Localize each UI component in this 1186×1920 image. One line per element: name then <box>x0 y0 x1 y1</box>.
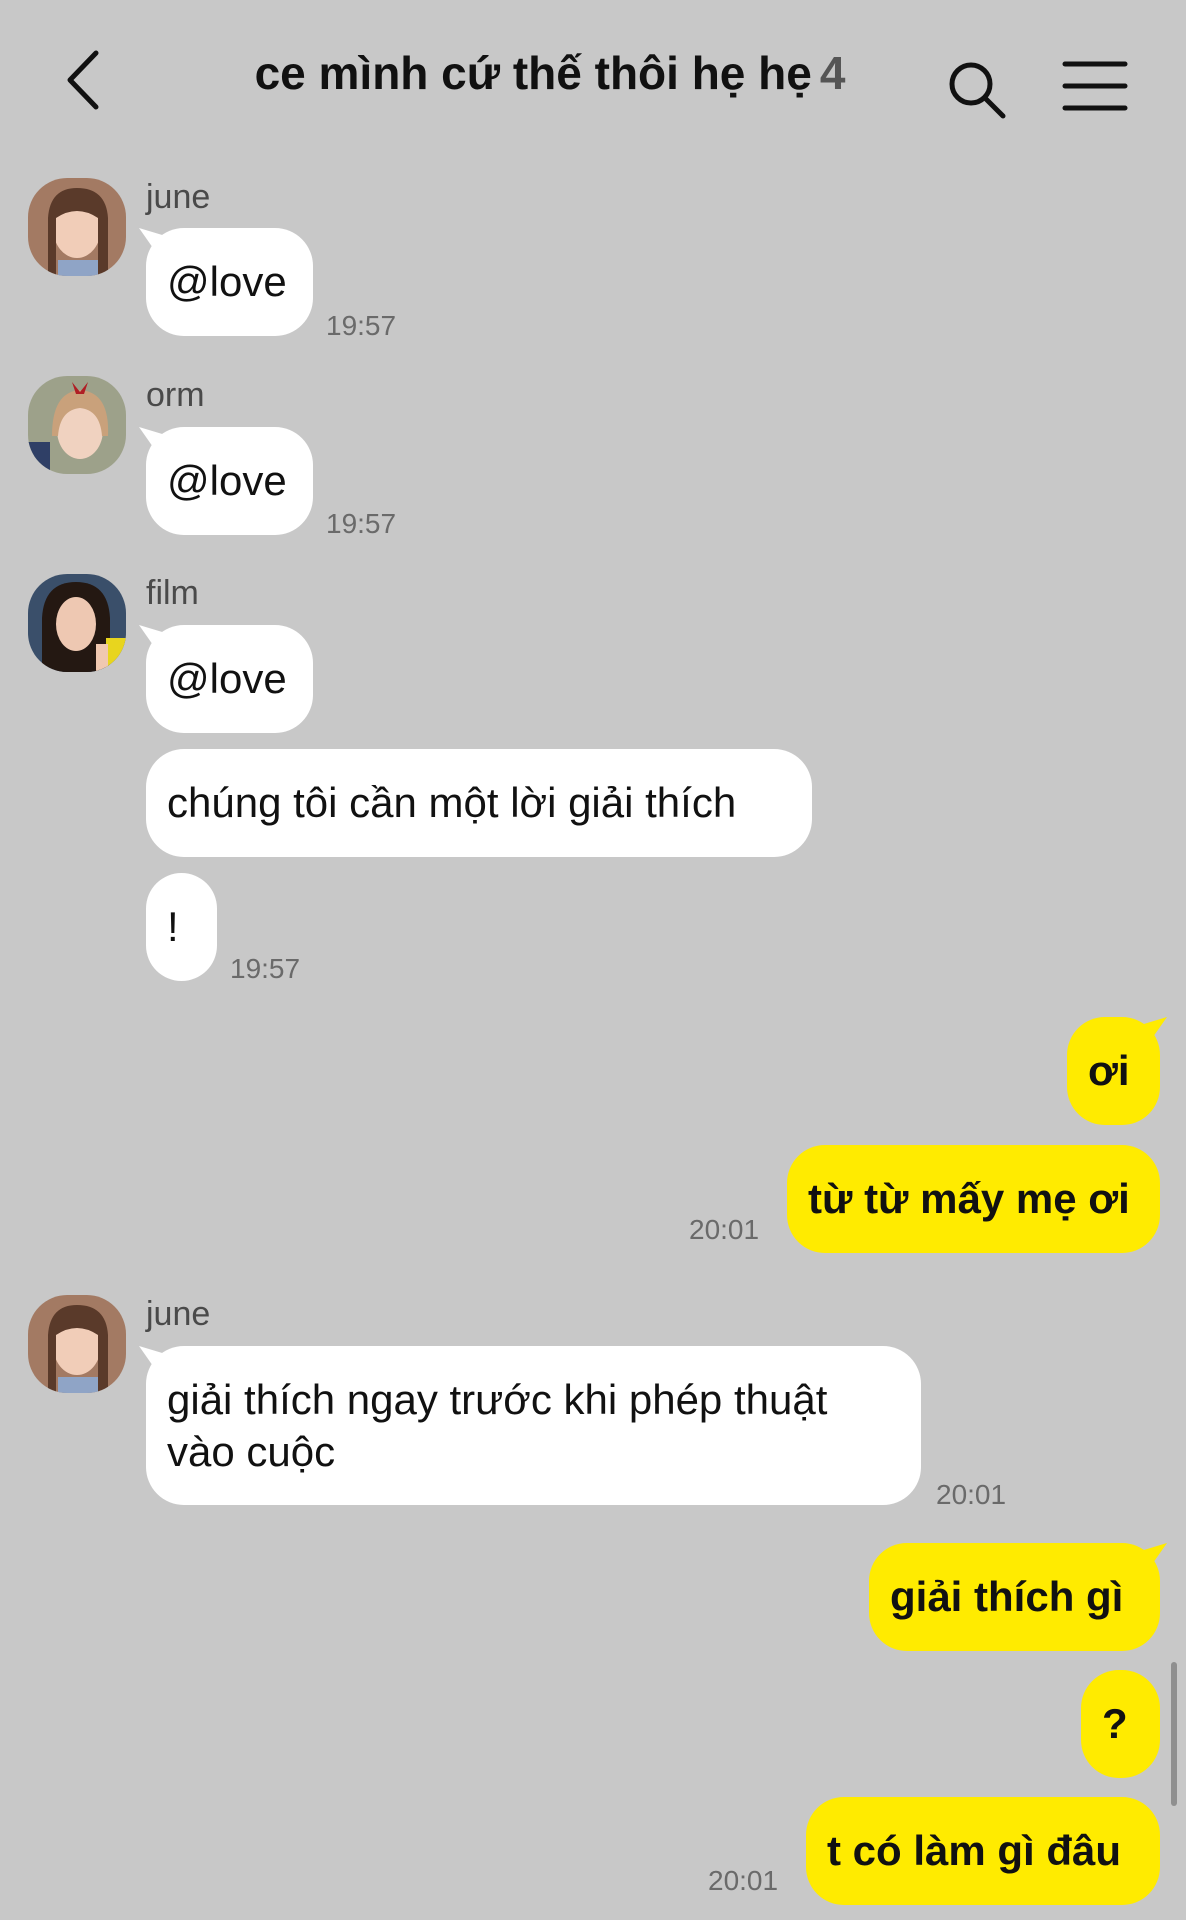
chevron-left-icon <box>67 50 99 110</box>
message-bubble-outgoing[interactable]: từ từ mấy mẹ ơi <box>787 1145 1160 1253</box>
message-bubble-outgoing[interactable]: ơi <box>1067 1017 1160 1125</box>
chat-header: ce mình cứ thế thôi hẹ hẹ 4 <box>0 0 1186 160</box>
message-bubble[interactable]: giải thích ngay trước khi phép thuật vào… <box>146 1346 921 1505</box>
back-button[interactable] <box>60 45 120 115</box>
sender-name: film <box>146 574 199 612</box>
message-text: ? <box>1102 1700 1128 1747</box>
sender-name: june <box>146 1295 211 1333</box>
message-bubble[interactable]: @love <box>146 228 313 336</box>
message-bubble-outgoing[interactable]: t có làm gì đâu <box>806 1797 1160 1905</box>
message-time: 19:57 <box>326 508 397 539</box>
message-time: 20:01 <box>936 1479 1007 1510</box>
sender-name: orm <box>146 376 205 414</box>
message-text: ơi <box>1088 1047 1130 1094</box>
message-bubble[interactable]: chúng tôi cần một lời giải thích <box>146 749 812 857</box>
avatar-orm[interactable] <box>28 376 126 474</box>
message-time: 20:01 <box>708 1865 779 1896</box>
chat-screen: ce mình cứ thế thôi hẹ hẹ 4 june @love 1… <box>0 0 1186 1920</box>
avatar-june[interactable] <box>28 178 126 276</box>
message-text: từ từ mấy mẹ ơi <box>808 1175 1130 1222</box>
message-time: 19:57 <box>326 310 397 341</box>
message-text: giải thích gì <box>890 1573 1124 1620</box>
sender-name: june <box>146 178 211 216</box>
message-text: @love <box>167 457 287 504</box>
message-bubble[interactable]: ! <box>146 873 217 981</box>
message-time: 19:57 <box>230 953 301 984</box>
menu-icon <box>1062 61 1128 111</box>
avatar-june[interactable] <box>28 1295 126 1393</box>
message-text: @love <box>167 655 287 702</box>
message-text: chúng tôi cần một lời giải thích <box>167 779 737 826</box>
message-bubble[interactable]: @love <box>146 427 313 535</box>
member-count: 4 <box>819 47 846 99</box>
message-text: @love <box>167 258 287 305</box>
message-bubble-outgoing[interactable]: ? <box>1081 1670 1160 1778</box>
message-time: 20:01 <box>689 1214 760 1245</box>
message-text: ! <box>167 903 179 950</box>
search-button[interactable] <box>945 58 1009 122</box>
message-text: t có làm gì đâu <box>827 1827 1122 1874</box>
message-bubble-outgoing[interactable]: giải thích gì <box>869 1543 1160 1651</box>
chat-name: ce mình cứ thế thôi hẹ hẹ <box>254 47 812 99</box>
scrollbar[interactable] <box>1171 1662 1177 1806</box>
message-text: giải thích ngay trước khi phép thuật vào… <box>167 1376 828 1475</box>
message-bubble[interactable]: @love <box>146 625 313 733</box>
search-icon <box>949 62 1006 119</box>
avatar-film[interactable] <box>28 574 126 672</box>
chat-title: ce mình cứ thế thôi hẹ hẹ 4 <box>200 46 900 100</box>
menu-button[interactable] <box>1062 60 1128 112</box>
